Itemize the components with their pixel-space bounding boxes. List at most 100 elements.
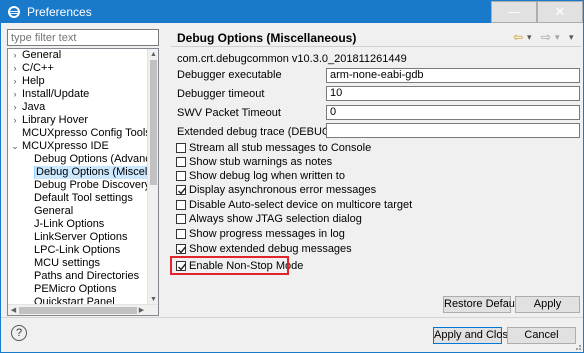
chevron-right-icon[interactable]: › (10, 75, 20, 88)
tree-item[interactable]: LinkServer Options (8, 231, 148, 244)
debugger-timeout-field[interactable]: 10 (326, 86, 580, 101)
close-button[interactable]: ✕ (537, 1, 583, 23)
tree-item[interactable]: Debug Options (Advanced) (8, 153, 148, 166)
scroll-left-icon[interactable]: ◀ (8, 305, 19, 315)
back-menu-icon[interactable]: ▾ (527, 29, 532, 45)
tree-item-label: Debug Options (Advanced) (34, 153, 148, 165)
tree-item-label: C/C++ (22, 62, 54, 74)
tree-item-label: MCUXpresso IDE (22, 140, 109, 152)
tree-item-label: LPC-Link Options (34, 244, 121, 256)
preferences-window: Preferences — ✕ ›General›C/C++›Help›Inst… (0, 0, 584, 353)
tree-item-label: Debug Probe Discovery (34, 179, 148, 191)
window-title: Preferences (27, 5, 92, 19)
tree-item-label: Java (22, 101, 46, 113)
tree-item[interactable]: MCU settings (8, 257, 148, 270)
chevron-right-icon[interactable]: › (10, 62, 20, 75)
chevron-right-icon[interactable]: › (10, 101, 20, 114)
button-bar-separator (1, 317, 583, 318)
chevron-right-icon[interactable]: › (10, 88, 20, 101)
forward-menu-icon[interactable]: ▾ (555, 29, 560, 45)
tree-item[interactable]: › Library Hover (8, 114, 148, 127)
tree-item[interactable]: J-Link Options (8, 218, 148, 231)
tree-item[interactable]: MCUXpresso Config Tools (8, 127, 148, 140)
tree-list: › General › C/C++ › Help › Install/Update › Java ›… (8, 49, 148, 309)
tree-item[interactable]: › Install/Update (8, 88, 148, 101)
tree-item[interactable]: › Help (8, 75, 148, 88)
tree-item-label: MCU settings (34, 257, 101, 269)
swv-packet-timeout-field[interactable]: 0 (326, 105, 580, 120)
checkbox-unchecked-icon[interactable] (176, 200, 186, 210)
checkbox-label: Display asynchronous error messages (189, 184, 377, 196)
checkbox-label: Show progress messages in log (189, 228, 345, 240)
checkbox-unchecked-icon[interactable] (176, 143, 186, 153)
checkbox-label: Disable Auto-select device on multicore … (189, 199, 413, 211)
tree-item[interactable]: ⌄ MCUXpresso IDE (8, 140, 148, 153)
checkbox-checked-icon[interactable] (176, 185, 187, 195)
plugin-version: com.crt.debugcommon v10.3.0_201811261449 (177, 53, 407, 65)
checkbox-unchecked-icon[interactable] (176, 157, 186, 167)
scroll-thumb-horizontal[interactable] (19, 307, 137, 314)
tree-item-label: General (34, 205, 74, 217)
checkbox-label: Show debug log when written to (189, 170, 345, 182)
tree-item[interactable]: LPC-Link Options (8, 244, 148, 257)
swv-packet-timeout-label: SWV Packet Timeout (177, 107, 281, 119)
checkbox-label: Always show JTAG selection dialog (189, 213, 362, 225)
checkbox-unchecked-icon[interactable] (176, 214, 186, 224)
tree-item[interactable]: › Java (8, 101, 148, 114)
tree-vertical-scrollbar[interactable]: ▲ ▼ (147, 49, 158, 305)
debugger-executable-field[interactable]: arm-none-eabi-gdb (326, 68, 580, 83)
tree-item-label: Help (22, 75, 45, 87)
apply-and-close-button[interactable]: Apply and Close (433, 327, 514, 344)
tree-item[interactable]: Default Tool settings (8, 192, 148, 205)
chevron-down-icon[interactable]: ⌄ (10, 140, 20, 153)
checkbox-label: Stream all stub messages to Console (189, 142, 372, 154)
checkbox-unchecked-icon[interactable] (176, 171, 186, 181)
minimize-button[interactable]: — (491, 1, 537, 23)
scroll-right-icon[interactable]: ▶ (136, 305, 147, 315)
tree-item-label: J-Link Options (34, 218, 105, 230)
filter-input[interactable] (7, 29, 159, 46)
eclipse-app-icon (8, 6, 20, 18)
back-arrow-icon[interactable]: ⇦ (513, 29, 523, 45)
tree-item[interactable]: General (8, 205, 148, 218)
title-separator (171, 46, 581, 47)
debugger-timeout-label: Debugger timeout (177, 88, 265, 100)
tree-item[interactable]: Paths and Directories (8, 270, 148, 283)
checkbox-label: Show extended debug messages (189, 243, 352, 255)
tree-item-label: MCUXpresso Config Tools (22, 127, 148, 139)
tree-item-label: Paths and Directories (34, 270, 140, 282)
tree-item[interactable]: Debug Probe Discovery (8, 179, 148, 192)
resize-grip-icon[interactable] (572, 341, 582, 351)
tree-item[interactable]: PEMicro Options (8, 283, 148, 296)
chevron-right-icon[interactable]: › (10, 49, 20, 62)
tree-item-label: Library Hover (22, 114, 89, 126)
tree-item[interactable]: › C/C++ (8, 62, 148, 75)
tree-item-label: General (22, 49, 62, 61)
tree-horizontal-scrollbar[interactable]: ◀ ▶ (8, 304, 158, 315)
tree-item-label: PEMicro Options (34, 283, 117, 295)
preference-tree: › General › C/C++ › Help › Install/Update › Java ›… (7, 48, 159, 316)
checkbox-checked-icon[interactable] (176, 244, 187, 254)
checkbox-unchecked-icon[interactable] (176, 229, 186, 239)
tree-item-label: Install/Update (22, 88, 90, 100)
chevron-right-icon[interactable]: › (10, 114, 20, 127)
cancel-button[interactable]: Cancel (507, 327, 576, 344)
forward-arrow-icon[interactable]: ⇨ (541, 29, 551, 45)
debugger-executable-label: Debugger executable (177, 69, 282, 81)
restore-defaults-button[interactable]: Restore Defaults (443, 296, 526, 313)
title-bar[interactable]: Preferences — ✕ (1, 1, 583, 23)
tree-item-label: LinkServer Options (34, 231, 128, 243)
tree-item-label: Debug Options (Miscellaneou (34, 166, 148, 179)
tree-item[interactable]: › General (8, 49, 148, 62)
tree-item-label: Default Tool settings (34, 192, 133, 204)
extended-debug-trace-field[interactable] (326, 123, 580, 138)
help-icon[interactable]: ? (11, 325, 27, 341)
scroll-up-icon[interactable]: ▲ (148, 49, 158, 60)
apply-button[interactable]: Apply (515, 296, 580, 313)
scroll-thumb[interactable] (150, 60, 157, 185)
tree-item[interactable]: Debug Options (Miscellaneou (8, 166, 148, 179)
page-title: Debug Options (Miscellaneous) (177, 31, 357, 45)
view-menu-icon[interactable]: ▾ (569, 29, 574, 45)
highlight-box (170, 256, 289, 275)
checkbox-label: Show stub warnings as notes (189, 156, 333, 168)
